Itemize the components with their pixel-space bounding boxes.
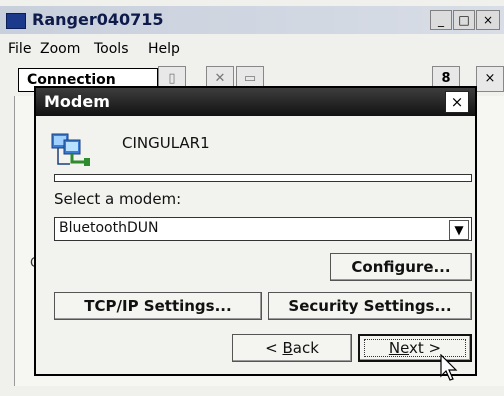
menu-zoom[interactable]: Zoom [40,41,80,57]
connection-name: CINGULAR1 [122,134,210,152]
menu-help[interactable]: Help [148,41,180,57]
menu-tools[interactable]: Tools [94,41,129,57]
maximize-button[interactable]: □ [453,10,475,30]
tcpip-settings-button[interactable]: TCP/IP Settings... [54,292,262,320]
content-divider [14,96,15,386]
modem-select-value: BluetoothDUN [59,220,159,236]
select-modem-label: Select a modem: [54,190,182,208]
window-close-button[interactable]: × [476,10,500,30]
modem-select[interactable]: BluetoothDUN ▼ [54,217,472,241]
dialog-titlebar: Modem × [36,88,475,116]
minimize-button[interactable]: _ [430,10,452,30]
security-settings-button[interactable]: Security Settings... [268,292,472,320]
back-button[interactable]: < Back [232,334,352,362]
cursor-pointer-icon [440,354,458,381]
connection-icon [51,133,90,166]
menu-file[interactable]: File [8,41,31,57]
toolbar-button-5[interactable]: × [476,66,504,92]
configure-button[interactable]: Configure... [330,253,472,281]
back-mnemonic: B [282,339,293,357]
progress-bar [54,174,472,182]
chevron-down-icon[interactable]: ▼ [449,220,469,240]
dialog-title: Modem [44,92,110,111]
app-icon [6,13,26,29]
dialog-close-button[interactable]: × [445,91,469,113]
modem-dialog: Modem × CINGULAR1 Select a modem: Blueto… [34,86,477,381]
window-title: Ranger040715 [32,10,164,29]
back-prefix: < [265,339,283,357]
back-rest: ack [292,339,319,357]
